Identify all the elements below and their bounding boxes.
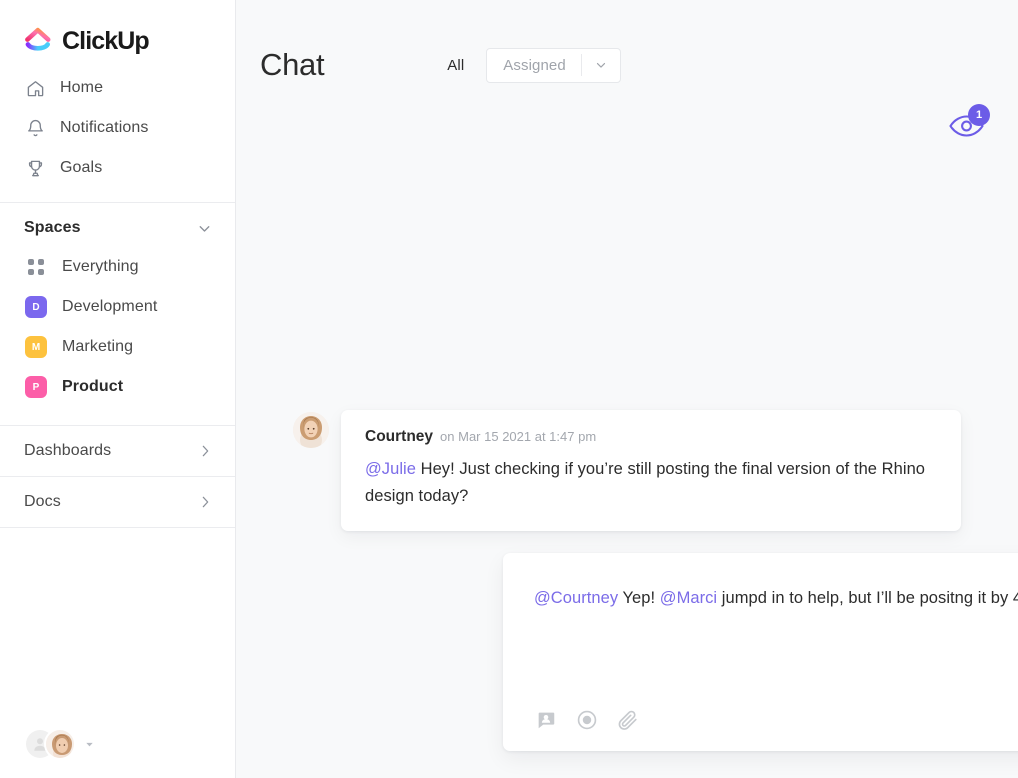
user-avatar-photo	[293, 412, 329, 448]
page-title: Chat	[260, 47, 325, 82]
watch-count-badge: 1	[968, 104, 990, 126]
assigned-label: Assigned	[503, 56, 566, 74]
tab-all[interactable]: All	[447, 57, 464, 74]
composer-text-2: jumpd in to help, but I’ll be positng it…	[721, 589, 1018, 607]
space-label: Product	[62, 378, 124, 395]
sidebar-item-label: Notifications	[60, 119, 149, 136]
space-badge-development: D	[25, 296, 47, 318]
grid-dots-icon	[25, 256, 47, 278]
sidebar-item-home[interactable]: Home	[0, 68, 235, 108]
section-label: Dashboards	[24, 442, 112, 459]
record-circle-icon[interactable]	[575, 708, 599, 732]
comment-composer: @Courtney Yep! @Marci jumpd in to help, …	[503, 553, 1018, 751]
chevron-down-icon[interactable]	[582, 58, 620, 72]
clickup-app-window: ClickUp Home Notifications Goals Spaces …	[0, 0, 1018, 778]
primary-nav: Home Notifications Goals	[0, 60, 235, 188]
spaces-title: Spaces	[24, 219, 81, 236]
header-filters: All Assigned	[447, 47, 621, 83]
sidebar-item-goals[interactable]: Goals	[0, 148, 235, 188]
sidebar-item-label: Goals	[60, 159, 103, 176]
sidebar-divider-docs	[0, 527, 235, 528]
sidebar-item-notifications[interactable]: Notifications	[0, 108, 235, 148]
sidebar: ClickUp Home Notifications Goals Spaces …	[0, 0, 236, 778]
message-meta: Courtney on Mar 15 2021 at 1:47 pm	[365, 428, 939, 446]
clickup-logo-icon	[24, 27, 52, 55]
mention-marci[interactable]: @Marci	[660, 589, 717, 607]
message-item: Courtney on Mar 15 2021 at 1:47 pm @Juli…	[293, 410, 961, 532]
composer-text-1: Yep!	[618, 589, 660, 607]
chevron-right-icon	[197, 443, 213, 459]
mention-julie[interactable]: @Julie	[365, 460, 416, 478]
section-label: Docs	[24, 493, 61, 510]
composer-tools	[534, 708, 640, 732]
chevron-down-icon[interactable]	[196, 220, 213, 237]
message-author: Courtney	[365, 428, 434, 445]
brand-name: ClickUp	[62, 26, 150, 55]
chevron-right-icon	[197, 494, 213, 510]
main-content: Chat All Assigned 1 Courtney on Mar 15 2…	[236, 0, 1018, 778]
space-label: Development	[62, 298, 158, 315]
chat-header: Chat All Assigned 1	[236, 0, 1018, 137]
space-badge-product: P	[25, 376, 47, 398]
user-strip[interactable]	[24, 728, 95, 760]
caret-down-icon[interactable]	[84, 739, 95, 750]
sidebar-item-everything[interactable]: Everything	[0, 247, 235, 287]
sidebar-item-development[interactable]: D Development	[0, 287, 235, 327]
trophy-icon	[25, 158, 45, 178]
space-label: Marketing	[62, 338, 134, 355]
composer-toolbar: COMMENT	[503, 689, 1018, 751]
assigned-dropdown[interactable]: Assigned	[486, 47, 621, 83]
message-text: Hey! Just checking if you’re still posti…	[365, 460, 926, 505]
space-label: Everything	[62, 258, 139, 275]
space-badge-marketing: M	[25, 336, 47, 358]
sidebar-item-docs[interactable]: Docs	[0, 477, 235, 527]
bell-icon	[25, 118, 45, 138]
message-bubble: Courtney on Mar 15 2021 at 1:47 pm @Juli…	[341, 410, 961, 532]
sidebar-item-marketing[interactable]: M Marketing	[0, 327, 235, 367]
message-body: @Julie Hey! Just checking if you’re stil…	[365, 456, 939, 509]
mention-bubble-icon[interactable]	[534, 708, 558, 732]
paperclip-icon[interactable]	[616, 708, 640, 732]
brand-logo[interactable]: ClickUp	[0, 0, 235, 60]
spaces-header[interactable]: Spaces	[0, 203, 235, 247]
sidebar-item-label: Home	[60, 79, 104, 96]
sidebar-item-product[interactable]: P Product	[0, 367, 235, 407]
user-avatar-photo	[46, 730, 74, 758]
composer-input[interactable]: @Courtney Yep! @Marci jumpd in to help, …	[503, 553, 1018, 689]
mention-courtney[interactable]: @Courtney	[534, 589, 618, 607]
sidebar-item-dashboards[interactable]: Dashboards	[0, 426, 235, 476]
message-timestamp: on Mar 15 2021 at 1:47 pm	[440, 429, 597, 444]
avatar[interactable]	[293, 412, 329, 448]
home-icon	[25, 78, 45, 98]
avatar[interactable]	[44, 728, 76, 760]
